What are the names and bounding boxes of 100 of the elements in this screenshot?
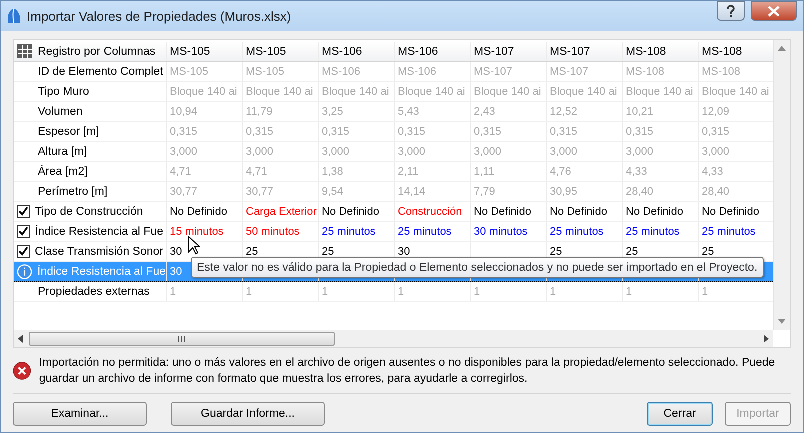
table-cell: 2,43: [474, 106, 496, 118]
table-cell: 12,52: [550, 106, 578, 118]
table-cell: 1: [550, 286, 556, 298]
table-cell: 0,315: [474, 126, 502, 138]
table-cell: 30: [398, 246, 410, 258]
table-cell: 1: [398, 286, 404, 298]
row-label: Propiedades externas: [38, 286, 150, 298]
help-button[interactable]: [717, 1, 745, 21]
table-cell: 25 minutos: [626, 226, 680, 238]
scroll-down-arrow-icon[interactable]: [778, 319, 786, 324]
table-cell: 30: [170, 246, 182, 258]
column-header[interactable]: MS-107: [550, 46, 590, 58]
column-header[interactable]: MS-105: [246, 46, 286, 58]
table-cell: 0,315: [626, 126, 654, 138]
column-header[interactable]: MS-106: [398, 46, 438, 58]
table-cell: 3,000: [322, 146, 350, 158]
table-cell: 25 minutos: [550, 226, 604, 238]
scroll-up-arrow-icon[interactable]: [778, 46, 786, 51]
table-cell: 3,25: [322, 106, 344, 118]
checkbox[interactable]: [17, 245, 30, 258]
table-cell: 15 minutos: [170, 226, 224, 238]
table-cell: No Definido: [474, 206, 532, 218]
table-cell: 10,94: [170, 106, 198, 118]
table-cell: 11,79: [246, 106, 273, 118]
dialog-button[interactable]: Guardar Informe...: [171, 402, 325, 426]
table-cell: Bloque 140 ai: [474, 86, 542, 98]
table-cell: No Definido: [170, 206, 228, 218]
table-cell: MS-108: [702, 66, 741, 78]
table-cell: 3,000: [398, 146, 426, 158]
table-cell: 3,000: [626, 146, 654, 158]
column-header[interactable]: MS-106: [322, 46, 362, 58]
app-icon: [7, 8, 21, 24]
table-cell: MS-108: [626, 66, 665, 78]
table-cell: Bloque 140 ai: [170, 86, 238, 98]
table-cell: 1: [246, 286, 252, 298]
table-cell: MS-106: [322, 66, 361, 78]
table-cell: No Definido: [626, 206, 684, 218]
checkbox[interactable]: [17, 225, 30, 238]
table-cell: MS-107: [550, 66, 589, 78]
scroll-right-arrow-icon[interactable]: [764, 334, 769, 342]
table-cell: 12,09: [702, 106, 730, 118]
table-cell: 1: [474, 286, 480, 298]
table-cell: 25: [550, 246, 562, 258]
table-cell: Bloque 140 ai: [550, 86, 618, 98]
close-button[interactable]: [751, 1, 797, 21]
horizontal-scrollbar[interactable]: [14, 330, 773, 347]
table-cell: 25: [322, 246, 334, 258]
table-cell: 4,33: [626, 166, 648, 178]
row-label: Altura [m]: [38, 146, 88, 158]
table-cell: 2,11: [398, 166, 419, 178]
grid-icon: [17, 44, 33, 59]
help-icon: [726, 4, 736, 18]
row-label: Tipo de Construcción: [35, 206, 144, 218]
window-title: Importar Valores de Propiedades (Muros.xlsx): [27, 8, 292, 24]
table-cell: 30 minutos: [474, 226, 528, 238]
table-cell: 0,315: [246, 126, 274, 138]
table-cell: MS-106: [398, 66, 437, 78]
table-cell: 0,315: [702, 126, 730, 138]
table-cell: 1: [702, 286, 708, 298]
table-cell: 28,40: [702, 186, 730, 198]
row-label: Clase Transmisión Sonor: [35, 246, 164, 258]
table-cell: 50 minutos: [246, 226, 300, 238]
header-label: Registro por Columnas: [38, 46, 156, 58]
table-cell: 1,38: [322, 166, 344, 178]
table-cell: 3,000: [550, 146, 578, 158]
table-cell: 4,76: [550, 166, 572, 178]
table-cell: 5,43: [398, 106, 420, 118]
column-header[interactable]: MS-108: [702, 46, 742, 58]
table-cell: No Definido: [550, 206, 608, 218]
row-label: Área [m2]: [38, 166, 88, 178]
vertical-scrollbar[interactable]: [773, 40, 790, 330]
table-cell: 4,71: [246, 166, 268, 178]
table-cell: 0,315: [322, 126, 350, 138]
table-cell: Bloque 140 ai: [398, 86, 466, 98]
table-cell: 9,54: [322, 186, 344, 198]
table-cell: 3,000: [474, 146, 502, 158]
table-cell: Bloque 140 ai: [246, 86, 314, 98]
table-cell: 10,21: [626, 106, 654, 118]
column-header[interactable]: MS-105: [170, 46, 210, 58]
grip-icon: [178, 336, 186, 342]
table-cell: Construcción: [398, 206, 462, 218]
column-header[interactable]: MS-108: [626, 46, 666, 58]
row-label: ID de Elemento Complet: [38, 66, 164, 78]
table-cell: 1: [626, 286, 632, 298]
column-header[interactable]: MS-107: [474, 46, 514, 58]
checkbox[interactable]: [17, 205, 30, 218]
table-cell: 7,79: [474, 186, 496, 198]
table-cell: 25 minutos: [702, 226, 756, 238]
table-cell: 25: [702, 246, 714, 258]
scroll-left-arrow-icon[interactable]: [18, 334, 23, 342]
row-label: Índice Resistencia al Fue: [35, 226, 164, 238]
table-cell: 3,000: [702, 146, 730, 158]
dialog-button[interactable]: Cerrar: [647, 402, 713, 426]
table-cell: Bloque 140 ai: [702, 86, 770, 98]
table-cell: 0,315: [550, 126, 578, 138]
dialog-button[interactable]: Examinar...: [13, 402, 147, 426]
table-cell: Bloque 140 ai: [626, 86, 694, 98]
table-cell: 25 minutos: [322, 226, 376, 238]
table-cell: Carga Exterior: [246, 206, 317, 218]
close-icon: [768, 6, 780, 16]
